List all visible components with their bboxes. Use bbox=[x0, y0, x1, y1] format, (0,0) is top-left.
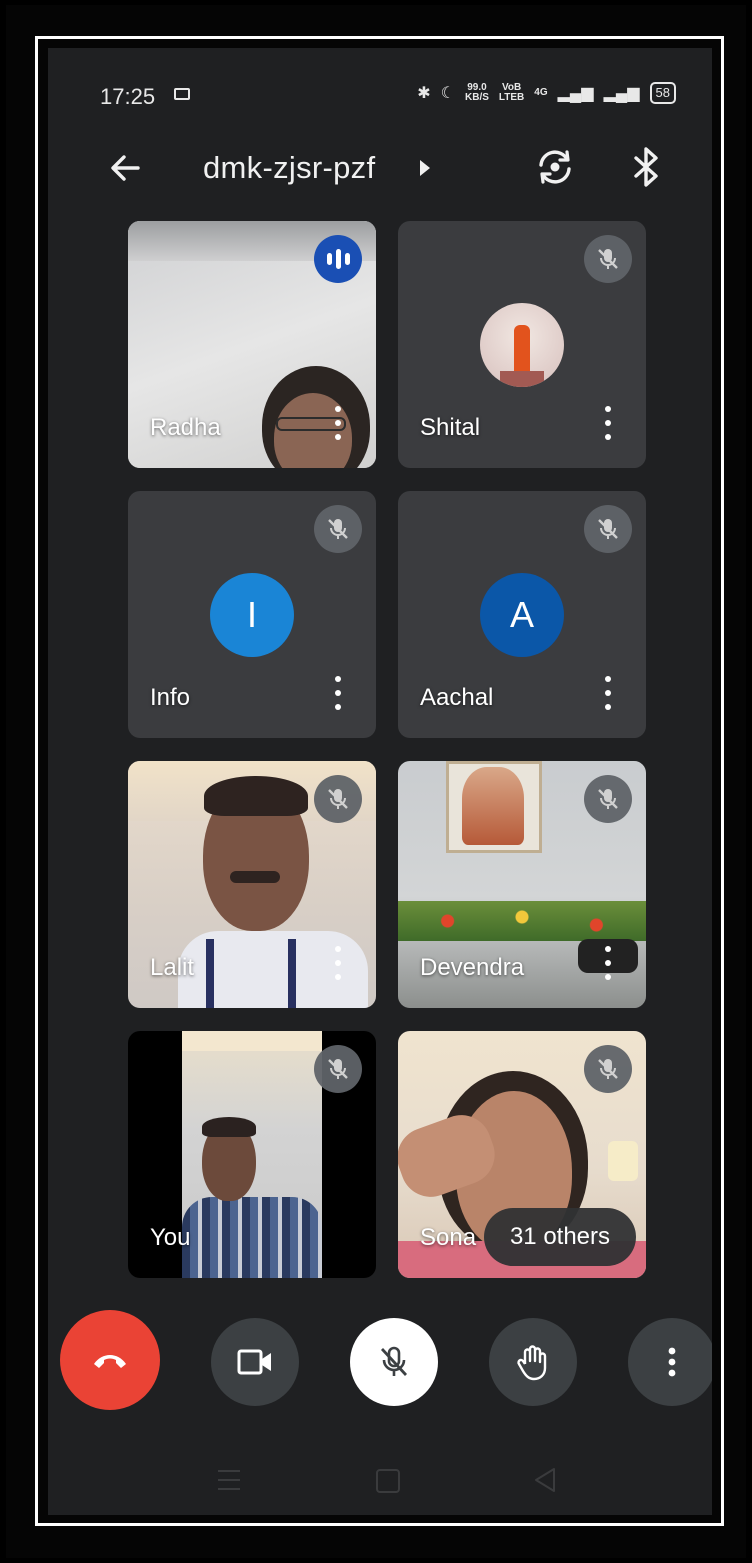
others-count-pill[interactable]: 31 others bbox=[484, 1208, 636, 1266]
participant-tile[interactable]: Devendra bbox=[398, 761, 646, 1008]
battery-indicator: 58 bbox=[649, 82, 676, 104]
participant-name: Aachal bbox=[420, 684, 494, 711]
participant-more-icon[interactable] bbox=[328, 676, 348, 710]
mic-off-icon bbox=[380, 1346, 408, 1376]
participant-more-icon[interactable] bbox=[328, 946, 348, 980]
end-call-icon bbox=[94, 1355, 126, 1368]
participant-name: Radha bbox=[150, 414, 221, 441]
end-call-button[interactable] bbox=[60, 1310, 160, 1410]
mic-off-icon bbox=[584, 505, 632, 553]
mic-off-icon bbox=[584, 775, 632, 823]
meeting-header: dmk-zjsr-pzf bbox=[48, 138, 712, 198]
status-icons: ✱ ☾ 99.0 KB/S VoB LTEB 4G ▂▄▆ ▂▄▆ 58 bbox=[417, 82, 676, 104]
mic-off-icon bbox=[584, 1045, 632, 1093]
system-back-icon[interactable] bbox=[532, 1466, 558, 1494]
home-icon[interactable] bbox=[376, 1469, 400, 1493]
mic-off-icon bbox=[314, 505, 362, 553]
volte-indicator: VoB LTEB bbox=[498, 82, 525, 103]
status-time: 17:25 bbox=[100, 84, 156, 109]
participant-tile[interactable]: A Aachal bbox=[398, 491, 646, 738]
participant-more-icon[interactable] bbox=[598, 406, 618, 440]
speaking-indicator-icon bbox=[314, 235, 362, 283]
participant-name: Lalit bbox=[150, 954, 195, 981]
participant-tile[interactable]: Shital bbox=[398, 221, 646, 468]
do-not-disturb-icon: ☾ bbox=[440, 85, 455, 102]
switch-camera-icon[interactable] bbox=[532, 144, 578, 190]
microphone-toggle-button[interactable] bbox=[350, 1318, 438, 1406]
back-arrow-icon[interactable] bbox=[104, 146, 148, 190]
phone-screen: 17:25 ✱ ☾ 99.0 KB/S VoB LTEB 4G ▂▄▆ ▂▄▆ … bbox=[48, 48, 712, 1515]
screen-record-icon bbox=[174, 88, 190, 100]
more-options-icon bbox=[668, 1347, 676, 1377]
participant-name: Shital bbox=[420, 414, 481, 441]
participant-tile[interactable]: Lalit bbox=[128, 761, 376, 1008]
participant-more-icon[interactable] bbox=[598, 946, 618, 980]
mic-off-icon bbox=[584, 235, 632, 283]
mic-off-icon bbox=[314, 775, 362, 823]
network-speed: 99.0 KB/S bbox=[465, 82, 489, 103]
participant-tile[interactable]: I Info bbox=[128, 491, 376, 738]
bluetooth-audio-icon[interactable] bbox=[626, 144, 666, 190]
raise-hand-button[interactable] bbox=[489, 1318, 577, 1406]
bluetooth-status-icon: ✱ bbox=[417, 85, 431, 102]
more-options-button[interactable] bbox=[628, 1318, 712, 1406]
mic-off-icon bbox=[314, 1045, 362, 1093]
meeting-info-caret-icon[interactable] bbox=[420, 160, 430, 176]
status-bar: 17:25 ✱ ☾ 99.0 KB/S VoB LTEB 4G ▂▄▆ ▂▄▆ … bbox=[48, 76, 712, 116]
recent-apps-icon[interactable] bbox=[218, 1470, 240, 1490]
participant-name: You bbox=[150, 1224, 191, 1251]
participant-name: Devendra bbox=[420, 954, 525, 981]
meeting-code[interactable]: dmk-zjsr-pzf bbox=[203, 150, 375, 186]
self-video bbox=[182, 1031, 322, 1278]
network-type: 4G bbox=[534, 87, 548, 98]
camera-toggle-button[interactable] bbox=[211, 1318, 299, 1406]
participant-more-icon[interactable] bbox=[328, 406, 348, 440]
participant-photo-avatar bbox=[480, 303, 564, 387]
participant-more-icon[interactable] bbox=[598, 676, 618, 710]
participant-name: Info bbox=[150, 684, 191, 711]
camera-icon bbox=[237, 1349, 271, 1375]
raise-hand-icon bbox=[517, 1345, 547, 1381]
participant-tile[interactable]: You bbox=[128, 1031, 376, 1278]
participant-name: Sona bbox=[420, 1224, 477, 1251]
signal-icon-1: ▂▄▆ bbox=[557, 85, 594, 102]
participant-initial-avatar: I bbox=[210, 573, 294, 657]
participant-tile[interactable]: Radha bbox=[128, 221, 376, 468]
participant-initial-avatar: A bbox=[480, 573, 564, 657]
system-navigation-bar bbox=[48, 1448, 712, 1515]
signal-icon-2: ▂▄▆ bbox=[603, 85, 640, 102]
